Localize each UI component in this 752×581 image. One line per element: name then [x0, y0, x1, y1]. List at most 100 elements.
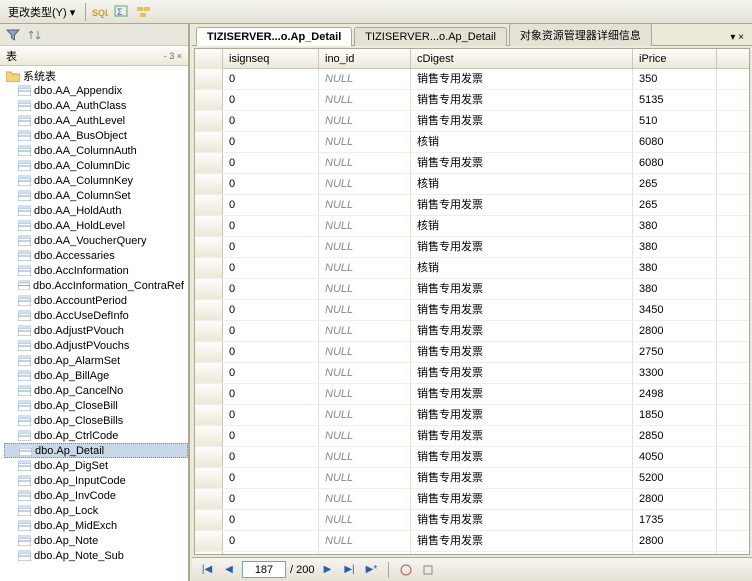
table-row[interactable]: 0NULL销售专用发票3450 [195, 300, 749, 321]
cell[interactable]: 销售专用发票 [411, 426, 633, 446]
cell[interactable]: 0 [223, 384, 319, 404]
grid-sigma-icon[interactable]: Σ [114, 4, 130, 20]
table-row[interactable]: 0NULL核销380 [195, 216, 749, 237]
column-header[interactable]: cDigest [411, 49, 633, 69]
table-row[interactable]: 0NULL核销6080 [195, 132, 749, 153]
cell[interactable]: 0 [223, 237, 319, 257]
cell[interactable]: NULL [319, 132, 411, 152]
table-row[interactable]: 0NULL核销380 [195, 258, 749, 279]
row-selector[interactable] [195, 216, 223, 236]
tree-item[interactable]: dbo.Ap_InvCode [4, 488, 188, 503]
cell[interactable]: 2800 [633, 531, 717, 551]
cell[interactable]: 销售专用发票 [411, 69, 633, 89]
tree-item[interactable]: dbo.AA_HoldLevel [4, 218, 188, 233]
cell[interactable]: 0 [223, 489, 319, 509]
cell[interactable]: NULL [319, 510, 411, 530]
row-selector[interactable] [195, 384, 223, 404]
sort-icon[interactable] [28, 28, 42, 42]
row-selector[interactable] [195, 363, 223, 383]
cell[interactable]: 2750 [633, 342, 717, 362]
column-header[interactable]: isignseq [223, 49, 319, 69]
cell[interactable]: NULL [319, 468, 411, 488]
pager-stop[interactable] [397, 561, 415, 579]
tree-item[interactable]: dbo.AA_ColumnKey [4, 173, 188, 188]
table-row[interactable]: 0NULL销售专用发票380 [195, 237, 749, 258]
tree-item[interactable]: dbo.Ap_InputCode [4, 473, 188, 488]
cell[interactable]: 核销 [411, 132, 633, 152]
cell[interactable]: 380 [633, 279, 717, 299]
table-row[interactable]: 0NULL销售专用发票510 [195, 111, 749, 132]
tree-item[interactable]: dbo.Ap_CancelNo [4, 383, 188, 398]
table-row[interactable]: 0NULL销售专用发票380 [195, 279, 749, 300]
cell[interactable]: 0 [223, 426, 319, 446]
cell[interactable]: 0 [223, 552, 319, 554]
cell[interactable]: 3300 [633, 363, 717, 383]
row-selector[interactable] [195, 552, 223, 554]
cell[interactable]: 核销 [411, 258, 633, 278]
cell[interactable]: NULL [319, 69, 411, 89]
grid-body[interactable]: 0NULL销售专用发票3500NULL销售专用发票51350NULL销售专用发票… [195, 69, 749, 554]
tree-item[interactable]: dbo.AdjustPVouch [4, 323, 188, 338]
row-selector[interactable] [195, 132, 223, 152]
cell[interactable]: NULL [319, 216, 411, 236]
cell[interactable]: 销售专用发票 [411, 342, 633, 362]
cell[interactable]: 0 [223, 447, 319, 467]
table-row[interactable]: 0NULL销售专用发票7000 [195, 552, 749, 554]
tree-item[interactable]: dbo.Ap_CloseBill [4, 398, 188, 413]
cell[interactable]: 7000 [633, 552, 717, 554]
cell[interactable]: NULL [319, 342, 411, 362]
cell[interactable]: NULL [319, 363, 411, 383]
row-selector[interactable] [195, 258, 223, 278]
tree-item[interactable]: dbo.AA_AuthLevel [4, 113, 188, 128]
cell[interactable]: 销售专用发票 [411, 321, 633, 341]
tree-header[interactable]: 表 - 3 × [0, 46, 188, 66]
row-selector[interactable] [195, 342, 223, 362]
cell[interactable]: 销售专用发票 [411, 468, 633, 488]
cell[interactable]: NULL [319, 489, 411, 509]
cell[interactable]: NULL [319, 195, 411, 215]
cell[interactable]: 0 [223, 258, 319, 278]
cell[interactable]: 1850 [633, 405, 717, 425]
tree-item[interactable]: dbo.Ap_BillAge [4, 368, 188, 383]
cell[interactable]: 0 [223, 342, 319, 362]
cell[interactable]: 0 [223, 174, 319, 194]
tree-item[interactable]: dbo.AA_Appendix [4, 83, 188, 98]
cell[interactable]: NULL [319, 90, 411, 110]
cell[interactable]: 2800 [633, 489, 717, 509]
pager-first[interactable]: |◀ [198, 561, 216, 579]
cell[interactable]: 销售专用发票 [411, 531, 633, 551]
table-row[interactable]: 0NULL销售专用发票6080 [195, 153, 749, 174]
tree-root-systables[interactable]: 系统表 [4, 68, 188, 83]
table-row[interactable]: 0NULL销售专用发票1735 [195, 510, 749, 531]
tree-item[interactable]: dbo.AccountPeriod [4, 293, 188, 308]
cell[interactable]: 5200 [633, 468, 717, 488]
row-selector[interactable] [195, 153, 223, 173]
group-icon[interactable] [136, 4, 152, 20]
row-selector[interactable] [195, 531, 223, 551]
row-selector[interactable] [195, 237, 223, 257]
pager-next[interactable]: ▶ [318, 561, 336, 579]
cell[interactable]: NULL [319, 426, 411, 446]
cell[interactable]: NULL [319, 552, 411, 554]
tab[interactable]: TIZISERVER...o.Ap_Detail [354, 27, 507, 46]
tree-item[interactable]: dbo.AA_ColumnAuth [4, 143, 188, 158]
row-selector[interactable] [195, 510, 223, 530]
table-row[interactable]: 0NULL销售专用发票2850 [195, 426, 749, 447]
table-row[interactable]: 0NULL销售专用发票5200 [195, 468, 749, 489]
tabstrip-menu[interactable]: ▾ × [726, 30, 748, 45]
row-selector[interactable] [195, 90, 223, 110]
table-row[interactable]: 0NULL销售专用发票1850 [195, 405, 749, 426]
cell[interactable]: 销售专用发票 [411, 363, 633, 383]
cell[interactable]: NULL [319, 384, 411, 404]
cell[interactable]: 380 [633, 237, 717, 257]
cell[interactable]: 销售专用发票 [411, 405, 633, 425]
pager-refresh[interactable] [419, 561, 437, 579]
cell[interactable]: 4050 [633, 447, 717, 467]
change-type-menu[interactable]: 更改类型(Y) ▾ [4, 2, 79, 22]
cell[interactable]: 0 [223, 405, 319, 425]
cell[interactable]: NULL [319, 531, 411, 551]
tree-item[interactable]: dbo.AA_BusObject [4, 128, 188, 143]
cell[interactable]: 0 [223, 195, 319, 215]
cell[interactable]: 5135 [633, 90, 717, 110]
cell[interactable]: NULL [319, 258, 411, 278]
